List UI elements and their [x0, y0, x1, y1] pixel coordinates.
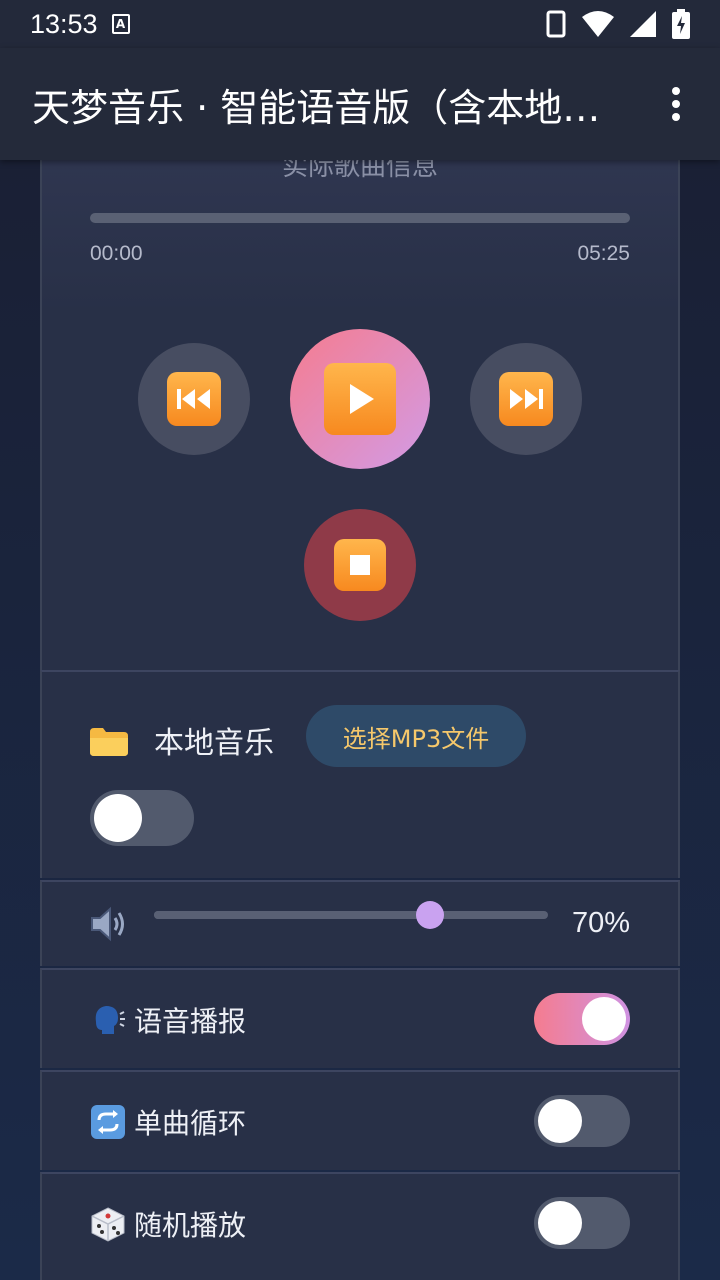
- main-content[interactable]: 实际歌曲信息 00:00 05:25 本地音乐 选择MP3文件 70% 语音播报…: [0, 152, 720, 1280]
- toggle-knob: [538, 1099, 582, 1143]
- status-icons: [546, 9, 690, 39]
- folder-icon: [90, 728, 128, 756]
- repeat-one-toggle[interactable]: [534, 1095, 630, 1147]
- notification-a-icon: A: [111, 14, 130, 34]
- player-panel: 实际歌曲信息 00:00 05:25: [40, 152, 680, 670]
- more-vert-icon[interactable]: [664, 84, 688, 124]
- stop-button[interactable]: [304, 509, 416, 621]
- voice-announce-label: 语音播报: [134, 1005, 247, 1038]
- toggle-knob: [582, 997, 626, 1041]
- signal-icon: [630, 11, 656, 37]
- previous-track-icon: [167, 372, 221, 426]
- status-bar: 13:53 A: [0, 0, 720, 48]
- select-mp3-button[interactable]: 选择MP3文件: [306, 705, 526, 767]
- phone-outline-icon: [546, 10, 566, 38]
- total-time: 05:25: [577, 242, 630, 265]
- toggle-knob: [538, 1201, 582, 1245]
- play-icon: [324, 363, 396, 435]
- shuffle-row: 随机播放: [40, 1172, 680, 1280]
- volume-percent: 70%: [571, 907, 630, 939]
- stop-icon: [334, 539, 386, 591]
- progress-bar[interactable]: [90, 213, 630, 223]
- repeat-one-label: 单曲循环: [134, 1107, 247, 1140]
- next-button[interactable]: [470, 343, 582, 455]
- dice-icon: [91, 1207, 125, 1242]
- volume-panel: 70%: [40, 880, 680, 966]
- repeat-icon: [91, 1105, 125, 1139]
- status-time: 13:53: [30, 8, 98, 39]
- repeat-one-row: 单曲循环: [40, 1070, 680, 1170]
- battery-charging-icon: [672, 9, 690, 39]
- play-button[interactable]: [290, 329, 430, 469]
- local-music-label: 本地音乐: [154, 726, 274, 761]
- app-title: 天梦音乐 · 智能语音版（含本地…: [32, 85, 601, 130]
- volume-fill: [154, 911, 430, 919]
- current-time: 00:00: [90, 242, 143, 265]
- app-bar: 天梦音乐 · 智能语音版（含本地…: [0, 48, 720, 160]
- volume-thumb[interactable]: [415, 901, 444, 929]
- next-track-icon: [499, 372, 553, 426]
- speaking-head-icon: [95, 1006, 125, 1034]
- local-music-panel: 本地音乐 选择MP3文件: [40, 670, 680, 878]
- voice-announce-row: 语音播报: [40, 968, 680, 1068]
- shuffle-label: 随机播放: [134, 1209, 247, 1242]
- voice-announce-toggle[interactable]: [534, 993, 630, 1045]
- previous-button[interactable]: [138, 343, 250, 455]
- toggle-knob: [94, 794, 142, 842]
- shuffle-toggle[interactable]: [534, 1197, 630, 1249]
- wifi-icon: [582, 11, 614, 37]
- speaker-icon: [91, 906, 124, 942]
- local-music-toggle[interactable]: [90, 790, 194, 846]
- volume-slider[interactable]: [154, 901, 548, 929]
